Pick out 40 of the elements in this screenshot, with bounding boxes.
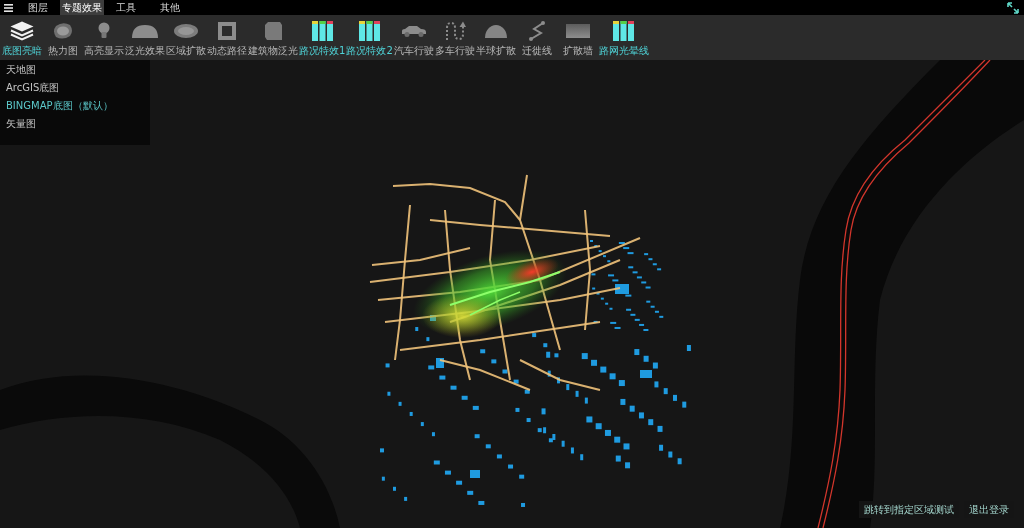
effect-button[interactable]: 高亮显示 [84,15,124,60]
effect-button[interactable]: 扩散墙 [557,15,598,60]
ellipse-icon [174,24,198,38]
effect-button[interactable]: 热力图 [43,15,83,60]
square-frame-icon [218,22,236,40]
zigzag-line-icon [528,21,545,41]
effect-button[interactable]: 底图亮暗 [2,15,42,60]
tab[interactable]: 图层 [16,0,60,15]
effect-button[interactable]: 路况特效2 [346,15,393,60]
tab[interactable]: 专题效果 [60,0,104,15]
effect-button[interactable]: 多车行驶 [434,15,475,60]
effect-button[interactable]: 迁徙线 [516,15,557,60]
layers-icon [10,21,34,41]
effect-button[interactable]: 路况特效1 [299,15,346,60]
car-icon [400,25,427,37]
menu-icon[interactable] [3,3,13,12]
tab[interactable]: 工具 [104,0,148,15]
bar-chart-icon [613,21,635,41]
cube-icon [264,22,282,40]
tab[interactable]: 其他 [148,0,192,15]
basemap-option[interactable]: BINGMAP底图（默认） [6,97,113,115]
basemap-option[interactable]: 矢量图 [6,115,36,133]
effect-button[interactable]: 路网光晕线 [598,15,649,60]
bar-chart-icon [359,21,381,41]
effect-button[interactable]: 建筑物泛光 [248,15,298,60]
fullscreen-icon[interactable] [1007,1,1019,14]
gradient-wall-icon [565,24,590,38]
basemap-option[interactable]: ArcGIS底图 [6,79,60,97]
dotted-path-icon [443,21,466,41]
bar-chart-icon [311,21,333,41]
basemap-option[interactable]: 天地图 [6,61,36,79]
effect-button[interactable]: 半球扩散 [475,15,516,60]
dome-icon [132,24,158,38]
hemisphere-icon [484,24,507,38]
effect-button[interactable]: 汽车行驶 [393,15,434,60]
bulb-icon [98,22,110,40]
effect-button[interactable]: 泛光效果 [125,15,165,60]
effect-button[interactable]: 区域扩散 [166,15,206,60]
effect-button[interactable]: 动态路径 [207,15,247,60]
blob-icon [52,22,74,40]
